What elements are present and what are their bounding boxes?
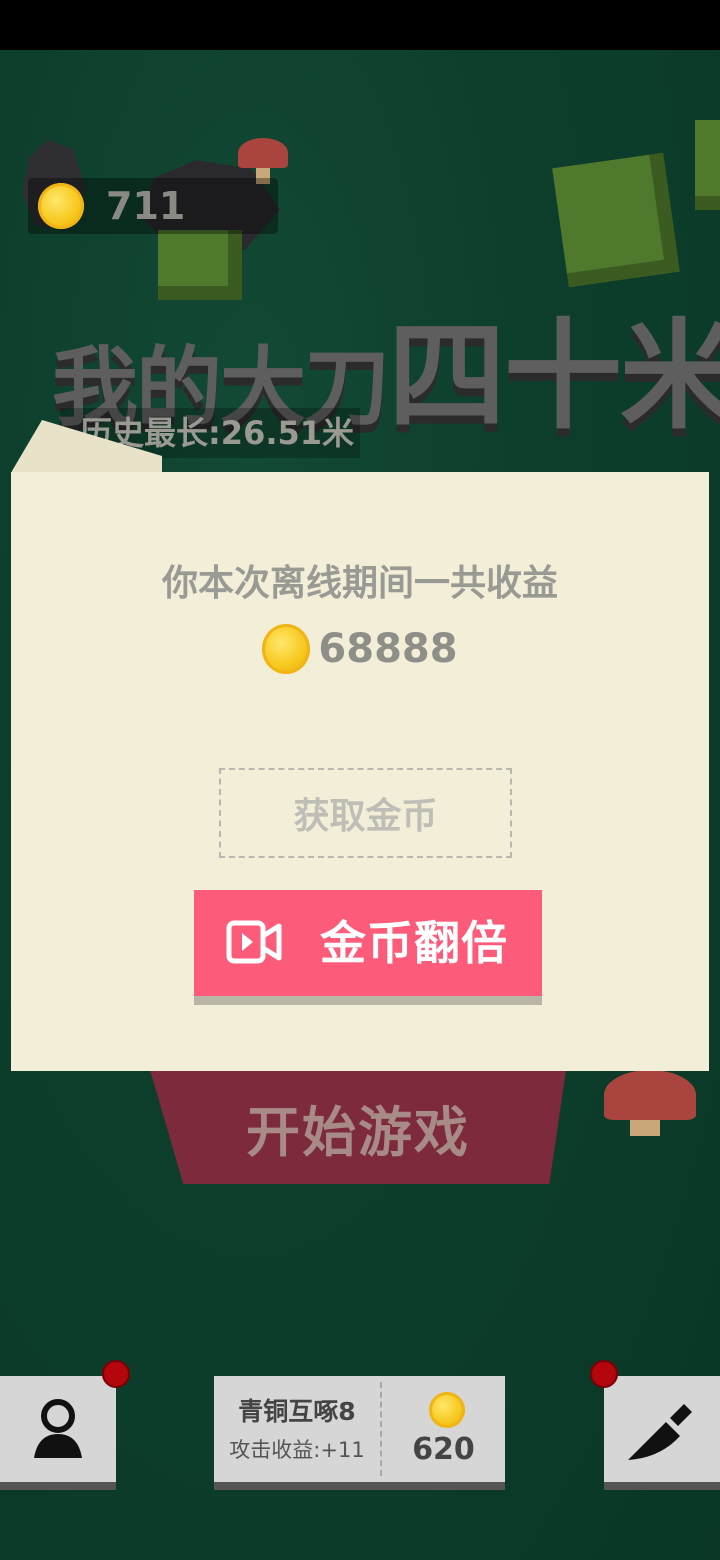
knife-icon xyxy=(628,1404,692,1460)
coin-icon xyxy=(429,1392,465,1428)
coin-icon xyxy=(262,624,311,674)
double-coins-label: 金币翻倍 xyxy=(320,916,508,970)
attack-income: 攻击收益:+11 xyxy=(229,1438,365,1462)
upgrade-cost: 620 xyxy=(412,1432,475,1467)
status-bar xyxy=(0,0,720,50)
double-coins-button[interactable]: 金币翻倍 xyxy=(194,890,542,996)
offline-reward: 68888 xyxy=(11,624,709,674)
reward-amount: 68888 xyxy=(318,626,458,672)
offline-message: 你本次离线期间一共收益 xyxy=(161,563,558,604)
collect-coins-label: 获取金币 xyxy=(293,796,438,837)
title-part-2: 四十米 xyxy=(388,307,720,445)
shop-notification-dot xyxy=(590,1360,618,1388)
profile-notification-dot xyxy=(102,1360,130,1388)
start-game-label: 开始游戏 xyxy=(246,1100,470,1164)
coin-count: 711 xyxy=(106,184,186,228)
user-icon xyxy=(34,1399,82,1458)
coin-counter: 711 xyxy=(28,178,278,234)
game-title: 我的大刀四十米 xyxy=(52,280,720,445)
weapon-upgrade-card[interactable]: 青铜互啄8 攻击收益:+11 620 xyxy=(214,1376,505,1482)
cube-decoration xyxy=(695,120,720,210)
profile-button[interactable] xyxy=(0,1376,116,1482)
start-game-button[interactable]: 开始游戏 xyxy=(150,1070,566,1184)
video-camera-icon xyxy=(226,920,282,964)
collect-coins-button[interactable]: 获取金币 xyxy=(219,768,512,858)
cube-decoration xyxy=(552,152,680,288)
weapon-name: 青铜互啄8 xyxy=(238,1397,356,1426)
offline-earnings-dialog: 你本次离线期间一共收益 68888 获取金币 金币翻倍 xyxy=(11,472,709,1071)
coin-icon xyxy=(38,183,84,229)
mushroom-decoration xyxy=(604,1070,696,1120)
mushroom-decoration xyxy=(238,138,288,168)
weapon-shop-button[interactable] xyxy=(604,1376,720,1482)
